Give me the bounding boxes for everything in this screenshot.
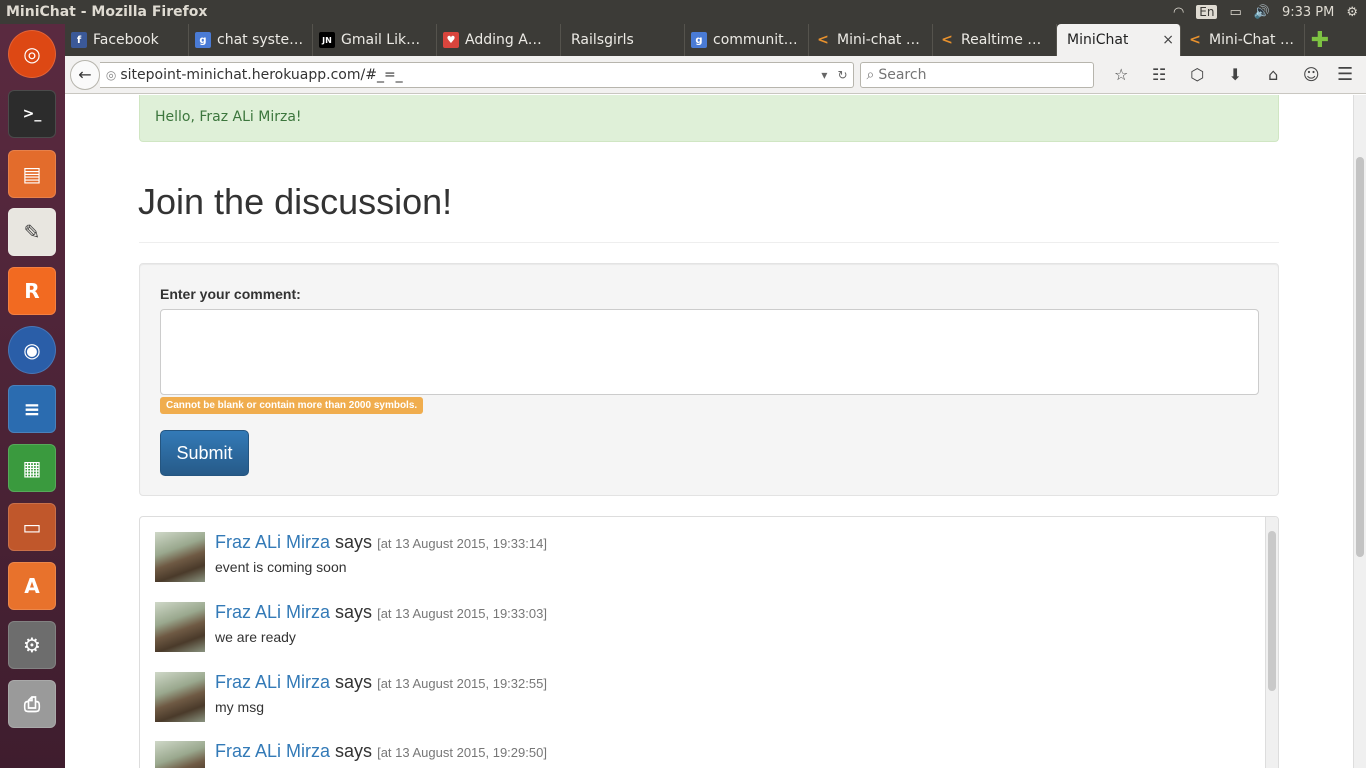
download-icon[interactable]: ⬇: [1216, 65, 1254, 84]
page-content: Hello, Fraz ALi Mirza! Join the discussi…: [65, 95, 1353, 768]
comment-text: we are ready: [215, 629, 296, 645]
comment-item: Fraz ALi Mirza says [at 13 August 2015, …: [155, 532, 1255, 592]
search-box[interactable]: ⌕: [859, 61, 1095, 88]
comment-timestamp: [at 13 August 2015, 19:29:50]: [377, 745, 547, 760]
tab-mini-chat-2[interactable]: < Mini-Chat …: [1181, 24, 1305, 56]
search-icon: ⌕: [866, 66, 875, 83]
tab-gmail-like[interactable]: JN Gmail Lik…: [313, 24, 437, 56]
system-top-bar: MiniChat - Mozilla Firefox ◠ En ▭ 🔊 9:33…: [0, 0, 1366, 24]
firefox-icon[interactable]: ◉: [8, 326, 56, 374]
facebook-icon: f: [71, 32, 87, 48]
comment-item: Fraz ALi Mirza says [at 13 August 2015, …: [155, 741, 1255, 768]
volume-icon[interactable]: 🔊: [1254, 5, 1270, 20]
jn-icon: JN: [319, 32, 335, 48]
tab-community[interactable]: g communit…: [685, 24, 809, 56]
writer-icon[interactable]: ≡: [8, 385, 56, 433]
divider: [139, 242, 1279, 243]
close-tab-icon[interactable]: ×: [1162, 32, 1174, 48]
new-tab-button[interactable]: ✚: [1305, 24, 1335, 56]
comment-text: my msg: [215, 699, 264, 715]
comment-author[interactable]: Fraz ALi Mirza: [215, 741, 330, 761]
comment-timestamp: [at 13 August 2015, 19:33:03]: [377, 606, 547, 621]
comment-author[interactable]: Fraz ALi Mirza: [215, 532, 330, 552]
google-icon: g: [691, 32, 707, 48]
url-bar[interactable]: ◎ sitepoint-minichat.herokuapp.com/#_=_ …: [99, 61, 854, 88]
text-editor-icon[interactable]: ✎: [8, 208, 56, 256]
home-icon[interactable]: ⌂: [1254, 65, 1292, 84]
software-center-icon[interactable]: A: [8, 562, 56, 610]
comments-feed[interactable]: Fraz ALi Mirza says [at 13 August 2015, …: [139, 516, 1279, 768]
hamburger-menu-icon[interactable]: ☰: [1330, 64, 1360, 85]
sitepoint-icon: <: [941, 32, 953, 48]
terminal-icon[interactable]: >_: [8, 90, 56, 138]
avatar: [155, 672, 205, 722]
heart-icon: ♥: [443, 32, 459, 48]
rubymine-icon[interactable]: R: [8, 267, 56, 315]
comment-label: Enter your comment:: [160, 286, 301, 302]
session-gear-icon[interactable]: ⚙: [1346, 5, 1358, 20]
comment-timestamp: [at 13 August 2015, 19:33:14]: [377, 536, 547, 551]
search-input[interactable]: [878, 66, 1079, 83]
navigation-bar: ← ◎ sitepoint-minichat.herokuapp.com/#_=…: [65, 56, 1366, 94]
bookmark-star-icon[interactable]: ☆: [1102, 65, 1140, 84]
comment-form: Enter your comment: Cannot be blank or c…: [139, 263, 1279, 496]
tab-strip: f Facebook g chat syste… JN Gmail Lik… ♥ Add…: [65, 24, 1366, 56]
globe-icon: ◎: [105, 67, 117, 82]
impress-icon[interactable]: ▭: [8, 503, 56, 551]
files-icon[interactable]: ▤: [8, 150, 56, 198]
submit-button[interactable]: Submit: [160, 430, 249, 476]
tab-adding[interactable]: ♥ Adding A…: [437, 24, 561, 56]
window-title: MiniChat - Mozilla Firefox: [6, 4, 208, 20]
reading-list-icon[interactable]: ☷: [1140, 65, 1178, 84]
chat-icon[interactable]: ☺: [1292, 65, 1330, 84]
tab-minichat-active[interactable]: MiniChat ×: [1057, 24, 1181, 56]
tab-mini-chat[interactable]: < Mini-chat …: [809, 24, 933, 56]
feed-scrollbar[interactable]: [1265, 517, 1278, 768]
avatar: [155, 532, 205, 582]
system-settings-icon[interactable]: ⚙: [8, 621, 56, 669]
welcome-alert: Hello, Fraz ALi Mirza!: [139, 95, 1279, 142]
unity-launcher: ◎ >_ ▤ ✎ R ◉ ≡ ▦ ▭ A ⚙ ⎙: [0, 24, 65, 768]
back-arrow-icon: ←: [78, 65, 92, 84]
comment-text: event is coming soon: [215, 559, 347, 575]
calc-icon[interactable]: ▦: [8, 444, 56, 492]
clock[interactable]: 9:33 PM: [1282, 5, 1334, 20]
pocket-icon[interactable]: ⬡: [1178, 65, 1216, 84]
url-dropdown-icon[interactable]: ▾: [816, 68, 832, 82]
comment-textarea[interactable]: [160, 309, 1259, 395]
keyboard-layout-indicator[interactable]: En: [1196, 5, 1218, 19]
tab-chat-system[interactable]: g chat syste…: [189, 24, 313, 56]
tab-realtime[interactable]: < Realtime …: [933, 24, 1057, 56]
feed-scrollbar-thumb[interactable]: [1268, 531, 1276, 691]
wifi-icon[interactable]: ◠: [1173, 5, 1184, 20]
back-button[interactable]: ←: [70, 59, 100, 90]
reload-icon[interactable]: ↻: [832, 68, 852, 82]
url-text[interactable]: sitepoint-minichat.herokuapp.com/#_=_: [120, 67, 816, 83]
tab-railsgirls[interactable]: Railsgirls: [561, 24, 685, 56]
google-icon: g: [195, 32, 211, 48]
tab-facebook[interactable]: f Facebook: [65, 24, 189, 56]
comment-timestamp: [at 13 August 2015, 19:32:55]: [377, 676, 547, 691]
page-scrollbar[interactable]: [1353, 95, 1366, 768]
avatar: [155, 741, 205, 768]
ubuntu-dash-icon[interactable]: ◎: [8, 30, 56, 78]
validation-hint: Cannot be blank or contain more than 200…: [160, 397, 424, 414]
avatar: [155, 602, 205, 652]
sitepoint-icon: <: [1189, 32, 1201, 48]
comment-item: Fraz ALi Mirza says [at 13 August 2015, …: [155, 672, 1255, 732]
comment-author[interactable]: Fraz ALi Mirza: [215, 672, 330, 692]
page-title: Join the discussion!: [138, 181, 453, 222]
comment-item: Fraz ALi Mirza says [at 13 August 2015, …: [155, 602, 1255, 662]
comment-author[interactable]: Fraz ALi Mirza: [215, 602, 330, 622]
sitepoint-icon: <: [817, 32, 829, 48]
printer-icon[interactable]: ⎙: [8, 680, 56, 728]
page-scrollbar-thumb[interactable]: [1356, 157, 1364, 557]
battery-icon[interactable]: ▭: [1229, 5, 1241, 20]
